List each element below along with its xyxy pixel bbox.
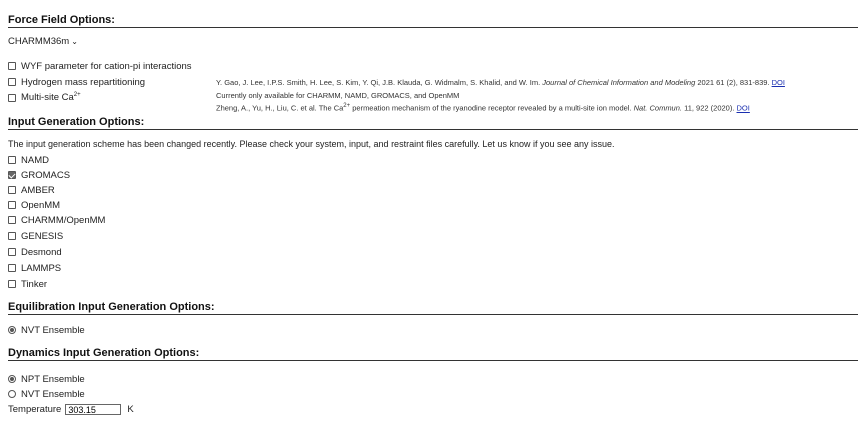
- dynamics-nvt-radio[interactable]: [8, 390, 16, 398]
- program-label: NAMD: [21, 154, 49, 166]
- temperature-label: Temperature: [8, 404, 62, 415]
- radio-label: NPT Ensemble: [21, 373, 85, 385]
- equilibration-nvt-radio[interactable]: [8, 326, 16, 334]
- temperature-row: Temperature K: [8, 403, 134, 416]
- program-charmm-openmm[interactable]: CHARMM/OpenMM: [8, 214, 105, 226]
- option-wyf[interactable]: WYF parameter for cation-pi interactions: [8, 60, 192, 72]
- hmr-doi-link[interactable]: DOI: [772, 78, 785, 87]
- charmm-openmm-checkbox[interactable]: [8, 216, 16, 224]
- program-tinker[interactable]: Tinker: [8, 278, 47, 290]
- desmond-checkbox[interactable]: [8, 248, 16, 256]
- gromacs-checkbox[interactable]: [8, 171, 16, 179]
- program-gromacs[interactable]: GROMACS: [8, 169, 70, 181]
- program-label: CHARMM/OpenMM: [21, 214, 106, 226]
- equilibration-title: Equilibration Input Generation Options:: [8, 301, 858, 315]
- program-label: Desmond: [21, 246, 62, 258]
- equilibration-nvt[interactable]: NVT Ensemble: [8, 324, 85, 336]
- chevron-down-icon: ⌄: [71, 37, 78, 46]
- program-label: AMBER: [21, 184, 55, 196]
- hmr-label: Hydrogen mass repartitioning: [21, 76, 146, 88]
- hmr-reference: Y. Gao, J. Lee, I.P.S. Smith, H. Lee, S.…: [216, 78, 785, 87]
- program-label: OpenMM: [21, 199, 61, 211]
- multisite-ca-label: Multi-site Ca2+: [21, 92, 81, 104]
- ca-doi-link[interactable]: DOI: [737, 104, 750, 113]
- program-genesis[interactable]: GENESIS: [8, 230, 63, 242]
- input-generation-title: Input Generation Options:: [8, 116, 858, 130]
- ca-reference: Zheng, A., Yu, H., Liu, C. et al. The Ca…: [216, 103, 750, 113]
- wyf-label: WYF parameter for cation-pi interactions: [21, 60, 192, 72]
- force-field-select-value: CHARMM36m: [8, 36, 70, 47]
- temperature-input[interactable]: [65, 404, 122, 415]
- temperature-unit: K: [127, 404, 134, 415]
- option-hmr[interactable]: Hydrogen mass repartitioning: [8, 76, 145, 88]
- program-amber[interactable]: AMBER: [8, 184, 55, 196]
- program-lammps[interactable]: LAMMPS: [8, 262, 61, 274]
- force-field-section: Force Field Options:: [8, 14, 858, 28]
- hmr-checkbox[interactable]: [8, 78, 16, 86]
- input-generation-section: Input Generation Options:: [8, 116, 858, 130]
- wyf-checkbox[interactable]: [8, 62, 16, 70]
- namd-checkbox[interactable]: [8, 156, 16, 164]
- tinker-checkbox[interactable]: [8, 280, 16, 288]
- openmm-checkbox[interactable]: [8, 201, 16, 209]
- genesis-checkbox[interactable]: [8, 232, 16, 240]
- option-multisite-ca[interactable]: Multi-site Ca2+: [8, 92, 81, 104]
- program-label: Tinker: [21, 278, 48, 290]
- hmr-availability-note: Currently only available for CHARMM, NAM…: [216, 91, 460, 100]
- dynamics-title: Dynamics Input Generation Options:: [8, 347, 858, 361]
- dynamics-section: Dynamics Input Generation Options:: [8, 347, 858, 361]
- program-label: GROMACS: [21, 169, 71, 181]
- radio-label: NVT Ensemble: [21, 388, 85, 400]
- program-label: GENESIS: [21, 230, 64, 242]
- program-label: LAMMPS: [21, 262, 62, 274]
- multisite-ca-checkbox[interactable]: [8, 94, 16, 102]
- program-desmond[interactable]: Desmond: [8, 246, 62, 258]
- input-generation-note: The input generation scheme has been cha…: [8, 139, 615, 149]
- radio-label: NVT Ensemble: [21, 324, 85, 336]
- dynamics-nvt[interactable]: NVT Ensemble: [8, 388, 85, 400]
- lammps-checkbox[interactable]: [8, 264, 16, 272]
- dynamics-npt-radio[interactable]: [8, 375, 16, 383]
- dynamics-npt[interactable]: NPT Ensemble: [8, 373, 85, 385]
- program-namd[interactable]: NAMD: [8, 154, 49, 166]
- force-field-select[interactable]: CHARMM36m ⌄: [8, 36, 78, 47]
- equilibration-section: Equilibration Input Generation Options:: [8, 301, 858, 315]
- amber-checkbox[interactable]: [8, 186, 16, 194]
- force-field-title: Force Field Options:: [8, 14, 858, 28]
- program-openmm[interactable]: OpenMM: [8, 199, 60, 211]
